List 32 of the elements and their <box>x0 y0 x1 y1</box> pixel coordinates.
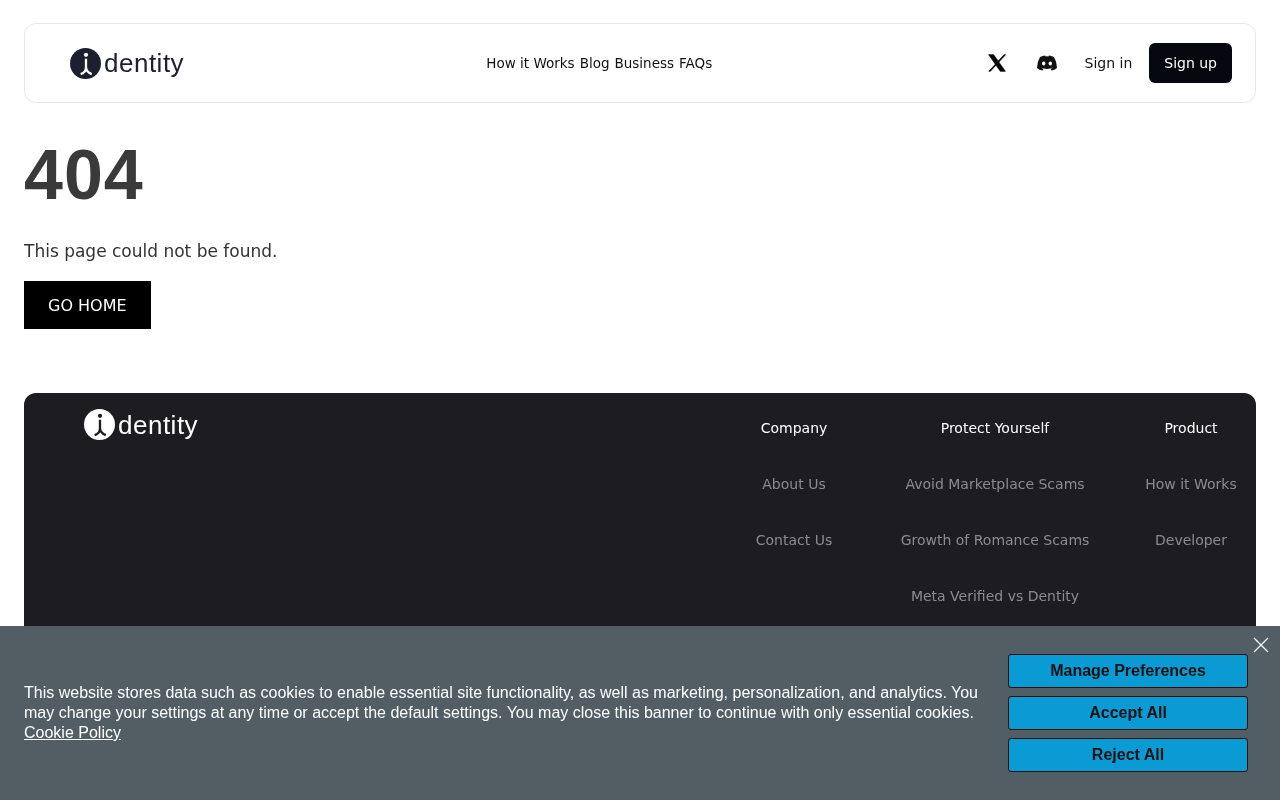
close-icon[interactable] <box>1253 637 1269 653</box>
cookie-notice-text: This website stores data such as cookies to enable essential site functionality, as well as marketing, personalization, and analytics. You may change your settings at any time or accept the default settings. You may close this banner to continue with only essential cookies. <box>24 684 978 721</box>
logo-text: dentity <box>118 411 199 438</box>
cookie-button[interactable]: Manage Preferences <box>1008 654 1248 688</box>
cookie-button[interactable]: Reject All <box>1008 738 1248 772</box>
sign-up-button[interactable]: Sign up <box>1149 43 1232 83</box>
footer-heading: Product <box>1164 419 1218 437</box>
sign-in-link[interactable]: Sign in <box>1084 55 1133 71</box>
footer-link[interactable]: Growth of Romance Scams <box>900 531 1090 549</box>
footer-link[interactable]: Contact Us <box>755 531 833 549</box>
error-code: 404 <box>24 135 145 215</box>
footer-link[interactable]: Developer <box>1155 531 1227 549</box>
logo-icon <box>70 47 101 79</box>
footer-link[interactable]: Avoid Marketplace Scams <box>905 475 1085 493</box>
logo-icon <box>84 409 115 440</box>
discord-icon[interactable] <box>1034 55 1059 71</box>
cookie-policy-link[interactable]: Cookie Policy <box>24 723 121 743</box>
footer-heading: Protect Yourself <box>940 419 1050 437</box>
nav-link[interactable]: How it Works <box>486 55 575 71</box>
error-message: This page could not be found. <box>24 241 279 261</box>
footer-link[interactable]: How it Works <box>1145 475 1237 493</box>
footer-link[interactable]: About Us <box>762 475 826 493</box>
nav-link[interactable]: FAQs <box>679 55 713 71</box>
nav-link[interactable]: Business <box>614 55 675 71</box>
logo-link[interactable]: dentity <box>84 409 199 440</box>
footer-link[interactable]: Meta Verified vs Dentity <box>910 587 1080 605</box>
logo-text: dentity <box>104 50 185 76</box>
logo-link[interactable]: dentity <box>70 47 185 79</box>
go-home-button[interactable]: GO HOME <box>24 281 151 329</box>
nav-link[interactable]: Blog <box>579 55 610 71</box>
cookie-button[interactable]: Accept All <box>1008 696 1248 730</box>
footer-heading: Company <box>760 419 828 437</box>
